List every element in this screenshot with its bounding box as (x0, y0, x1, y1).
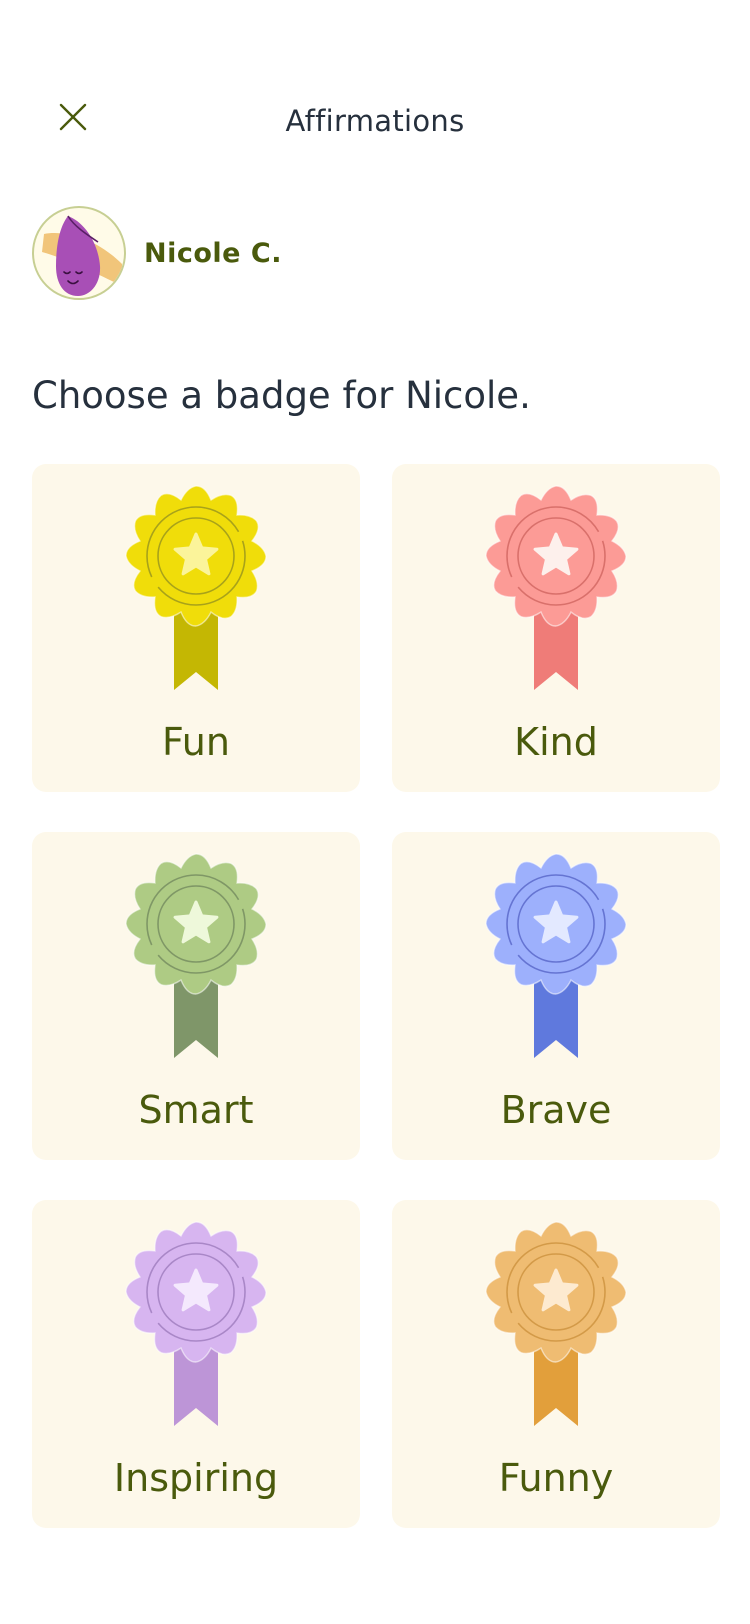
ribbon-badge-graphic (125, 1221, 267, 1426)
ribbon-badge-graphic (125, 853, 267, 1058)
ribbon-badge-icon (121, 1220, 271, 1432)
badge-grid: Fun Kind Smart Brave Inspiring Funny (32, 464, 720, 1528)
badge-label: Brave (500, 1088, 612, 1132)
badge-label: Inspiring (113, 1456, 279, 1500)
badge-label: Fun (162, 720, 230, 764)
badge-card-funny[interactable]: Funny (392, 1200, 720, 1528)
badge-card-inspiring[interactable]: Inspiring (32, 1200, 360, 1528)
sweet-potato-avatar-icon (42, 215, 122, 296)
badge-label: Smart (138, 1088, 254, 1132)
page-title: Affirmations (285, 104, 465, 138)
recipient-name: Nicole C. (144, 237, 282, 269)
recipient-profile: Nicole C. (32, 206, 282, 300)
badge-card-smart[interactable]: Smart (32, 832, 360, 1160)
ribbon-badge-icon (481, 484, 631, 696)
ribbon-badge-icon (481, 852, 631, 1064)
badge-card-fun[interactable]: Fun (32, 464, 360, 792)
badge-label: Funny (498, 1456, 614, 1500)
header: Affirmations (0, 0, 750, 200)
ribbon-badge-graphic (485, 1221, 627, 1426)
avatar (32, 206, 126, 300)
badge-prompt: Choose a badge for Nicole. (32, 374, 531, 417)
ribbon-badge-icon (121, 484, 271, 696)
ribbon-badge-icon (121, 852, 271, 1064)
badge-card-brave[interactable]: Brave (392, 832, 720, 1160)
badge-label: Kind (514, 720, 598, 764)
ribbon-badge-icon (481, 1220, 631, 1432)
ribbon-badge-graphic (125, 485, 267, 690)
ribbon-badge-graphic (485, 485, 627, 690)
ribbon-badge-graphic (485, 853, 627, 1058)
badge-card-kind[interactable]: Kind (392, 464, 720, 792)
